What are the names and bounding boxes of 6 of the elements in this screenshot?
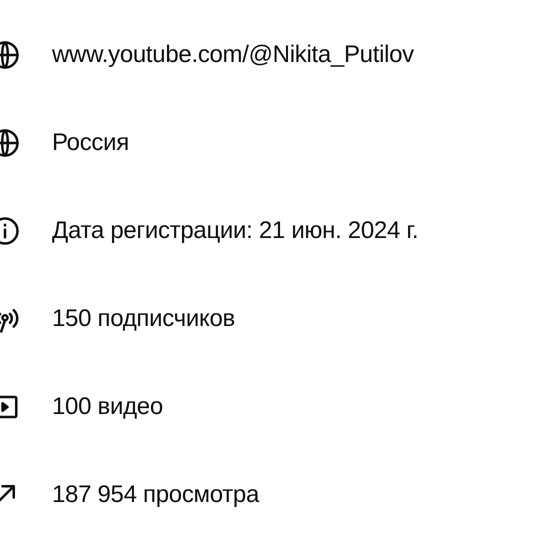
detail-text: 100 видео [52, 393, 163, 421]
detail-text: 187 954 просмотра [52, 481, 260, 509]
detail-text: www.youtube.com/@Nikita_Putilov [52, 41, 414, 69]
detail-text: 150 подписчиков [52, 305, 235, 333]
detail-text: Дата регистрации: 21 июн. 2024 г. [52, 217, 418, 245]
detail-text: Россия [52, 129, 129, 157]
